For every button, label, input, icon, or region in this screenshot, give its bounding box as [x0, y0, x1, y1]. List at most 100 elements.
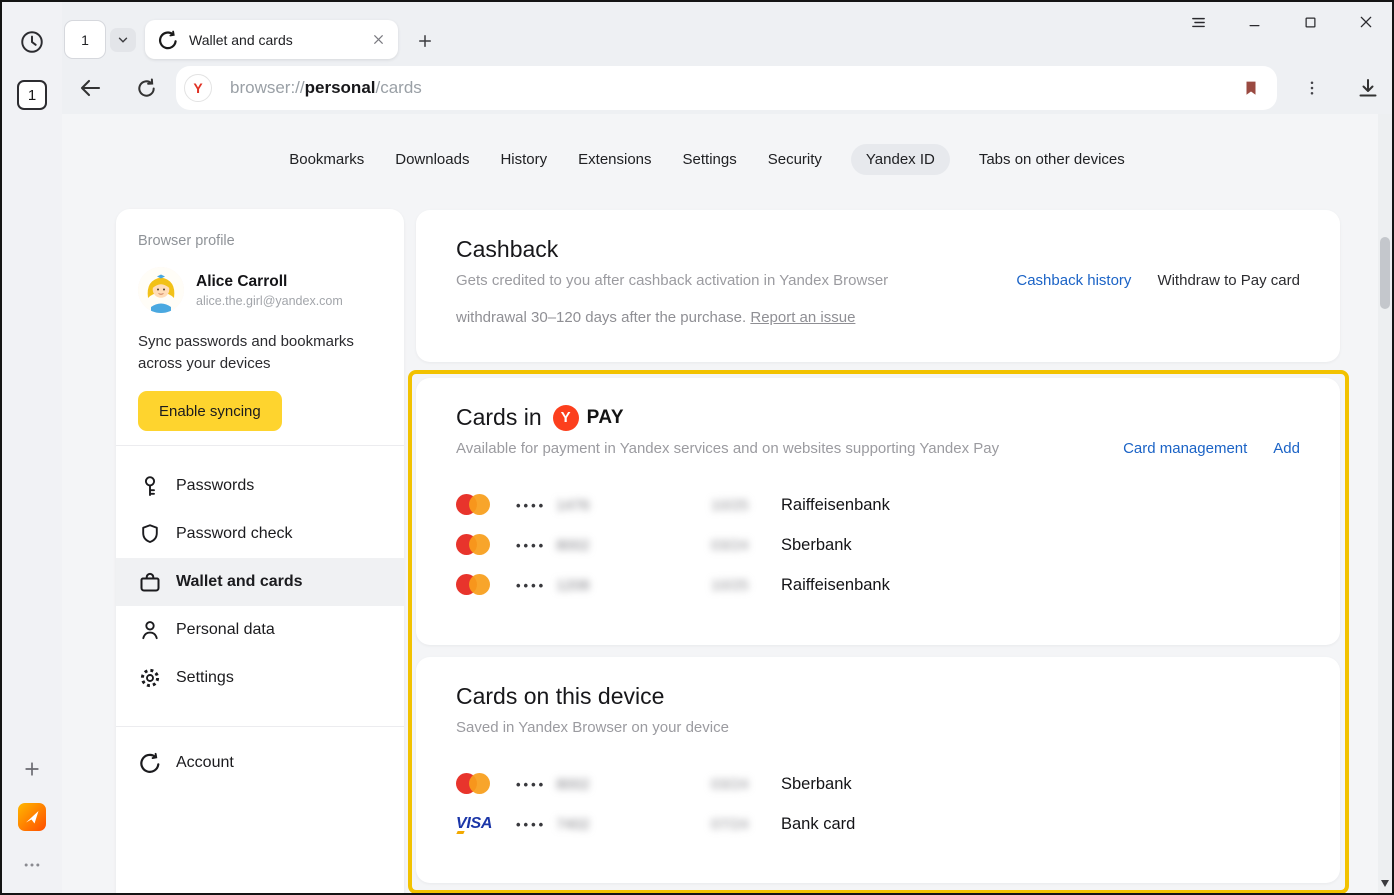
sidebar-item-wallet-and-cards[interactable]: Wallet and cards: [116, 558, 404, 606]
mastercard-icon: [456, 494, 490, 516]
mastercard-icon: [456, 574, 490, 596]
gear-icon: [138, 666, 162, 690]
yandex-id-favicon-icon: [157, 29, 179, 51]
card-number-blurred: 1208: [556, 577, 589, 594]
close-button[interactable]: [1356, 12, 1376, 32]
enable-syncing-button[interactable]: Enable syncing: [138, 391, 282, 431]
card-dots: ••••: [516, 817, 546, 832]
card-dots: ••••: [516, 538, 546, 553]
downloads-icon[interactable]: [1354, 74, 1382, 102]
window-controls: [1188, 12, 1376, 32]
card-bank-name: Raiffeisenbank: [781, 576, 890, 595]
wallet-icon: [138, 570, 162, 594]
card-bank-name: Raiffeisenbank: [781, 496, 890, 515]
withdraw-to-pay-card-link[interactable]: Withdraw to Pay card: [1157, 272, 1300, 289]
visa-icon: VISA: [456, 815, 492, 833]
person-icon: [138, 618, 162, 642]
nav-history[interactable]: History: [498, 144, 549, 175]
sidebar-item-password-check[interactable]: Password check: [116, 510, 404, 558]
card-management-link[interactable]: Card management: [1123, 440, 1247, 457]
pay-card-list: ••••1476 10/25 Raiffeisenbank ••••8002 0…: [456, 485, 1300, 605]
scroll-down-icon[interactable]: [1381, 880, 1389, 887]
sidebar-item-settings[interactable]: Settings: [116, 654, 404, 702]
card-expiry-blurred: 07/24: [711, 816, 781, 833]
sidebar-item-passwords[interactable]: Passwords: [116, 462, 404, 510]
page-content: Bookmarks Downloads History Extensions S…: [62, 114, 1392, 893]
nav-downloads[interactable]: Downloads: [393, 144, 471, 175]
card-row[interactable]: ••••8002 03/24 Sberbank: [456, 525, 1300, 565]
maximize-button[interactable]: [1300, 12, 1320, 32]
bookmark-flag-icon[interactable]: [1239, 76, 1263, 100]
cards-on-device-title: Cards on this device: [456, 683, 664, 710]
card-row[interactable]: VISA •••• 7402 07/24 Bank card: [456, 804, 1300, 844]
card-expiry-blurred: 10/25: [711, 577, 781, 594]
kebab-menu-icon[interactable]: [1298, 74, 1326, 102]
card-number-blurred: 7402: [556, 816, 589, 833]
nav-yandex-id[interactable]: Yandex ID: [851, 144, 950, 175]
tab-counter[interactable]: 1: [17, 80, 47, 110]
key-icon: [138, 474, 162, 498]
cashback-note: withdrawal 30–120 days after the purchas…: [456, 309, 1300, 326]
scrollbar-thumb[interactable]: [1380, 237, 1390, 309]
tab-wallet-and-cards[interactable]: Wallet and cards: [145, 20, 398, 59]
rail-more-icon[interactable]: [18, 851, 46, 879]
card-expiry-blurred: 03/24: [711, 537, 781, 554]
card-dots: ••••: [516, 578, 546, 593]
yandex-logo[interactable]: [18, 803, 46, 831]
sync-description: Sync passwords and bookmarks across your…: [138, 331, 382, 375]
url-text: browser://personal/cards: [230, 78, 422, 98]
sidebar-item-label: Personal data: [176, 621, 275, 639]
card-row[interactable]: ••••8002 03/24 Sberbank: [456, 764, 1300, 804]
card-bank-name: Bank card: [781, 815, 855, 834]
reload-icon[interactable]: [132, 74, 160, 102]
browser-menu-icon[interactable]: [1188, 12, 1208, 32]
browser-window: 1 1 Wallet and cards: [0, 0, 1394, 895]
device-card-list: ••••8002 03/24 Sberbank VISA •••• 7402 07…: [456, 764, 1300, 844]
tab-group-indicator[interactable]: 1: [64, 20, 106, 59]
rail-plus-icon[interactable]: [18, 755, 46, 783]
cashback-subtitle: Gets credited to you after cashback acti…: [456, 272, 888, 289]
back-icon[interactable]: [76, 74, 104, 102]
chevron-down-icon[interactable]: [110, 28, 136, 52]
tab-close-icon[interactable]: [368, 30, 388, 50]
card-row[interactable]: •••• 1208 10/25 Raiffeisenbank: [456, 565, 1300, 605]
mastercard-icon: [456, 534, 490, 556]
sidebar-item-account[interactable]: Account: [116, 739, 404, 787]
sidebar-item-personal-data[interactable]: Personal data: [116, 606, 404, 654]
cashback-history-link[interactable]: Cashback history: [1016, 272, 1131, 289]
profile-avatar: [138, 267, 184, 313]
yandex-pay-logo: Y PAY: [553, 405, 624, 431]
profile-section-label: Browser profile: [138, 233, 382, 249]
cards-in-pay-subtitle: Available for payment in Yandex services…: [456, 440, 999, 457]
main-column: Cashback Gets credited to you after cash…: [416, 210, 1340, 883]
add-card-link[interactable]: Add: [1273, 440, 1300, 457]
cashback-note-text: withdrawal 30–120 days after the purchas…: [456, 309, 746, 326]
mastercard-icon: [456, 773, 490, 795]
card-expiry-blurred: 03/24: [711, 776, 781, 793]
tab-bar: 1 Wallet and cards: [62, 2, 1392, 62]
cards-in-pay-card: Cards in Y PAY Available for payment in …: [416, 378, 1340, 645]
profile-sidebar-card: Browser profile: [116, 209, 404, 893]
shield-icon: [138, 522, 162, 546]
card-row[interactable]: ••••1476 10/25 Raiffeisenbank: [456, 485, 1300, 525]
cards-in-pay-title: Cards in: [456, 404, 542, 431]
card-expiry-blurred: 10/25: [711, 497, 781, 514]
new-tab-button[interactable]: [412, 28, 438, 54]
url-highlight: personal: [305, 78, 376, 97]
nav-tabs-other-devices[interactable]: Tabs on other devices: [977, 144, 1127, 175]
nav-security[interactable]: Security: [766, 144, 824, 175]
address-bar[interactable]: Y browser://personal/cards: [176, 66, 1277, 110]
nav-settings[interactable]: Settings: [681, 144, 739, 175]
report-an-issue-link[interactable]: Report an issue: [750, 309, 855, 326]
url-path: /cards: [376, 78, 422, 97]
profile-email: alice.the.girl@yandex.com: [196, 294, 343, 308]
minimize-button[interactable]: [1244, 12, 1264, 32]
scrollbar[interactable]: [1378, 114, 1392, 893]
clock-history-icon[interactable]: [18, 28, 46, 56]
nav-extensions[interactable]: Extensions: [576, 144, 653, 175]
card-bank-name: Sberbank: [781, 536, 852, 555]
cards-on-device-subtitle: Saved in Yandex Browser on your device: [456, 719, 729, 736]
card-number-blurred: 8002: [556, 776, 589, 793]
settings-nav: Bookmarks Downloads History Extensions S…: [62, 144, 1352, 175]
nav-bookmarks[interactable]: Bookmarks: [287, 144, 366, 175]
